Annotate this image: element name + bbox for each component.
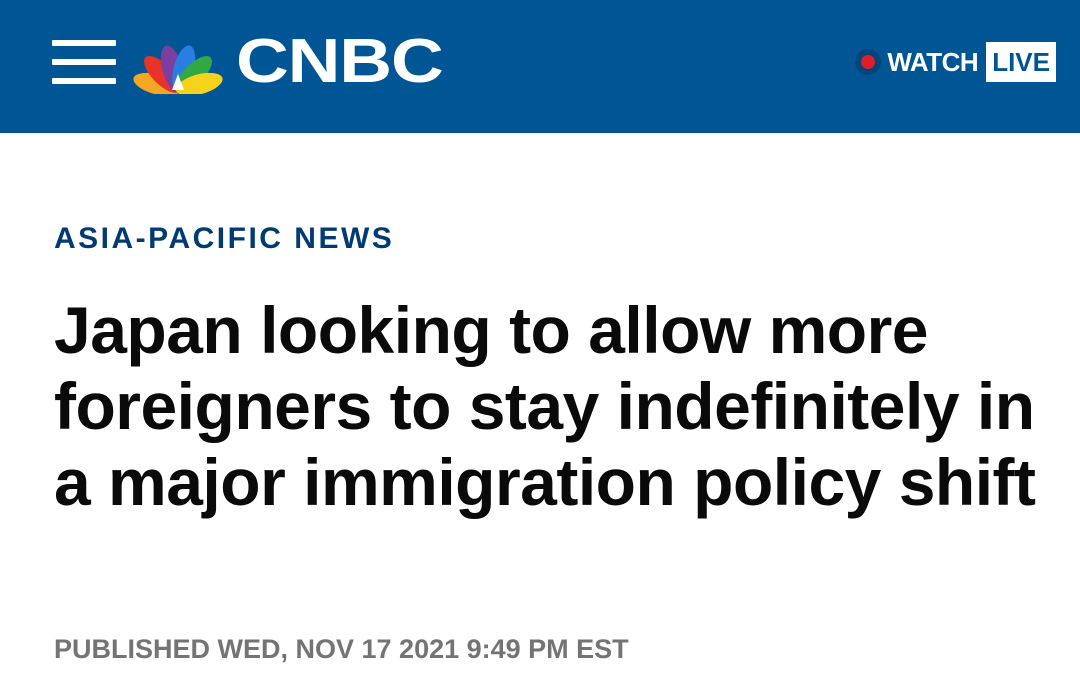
live-badge: LIVE bbox=[986, 42, 1056, 82]
published-timestamp: PUBLISHED WED, NOV 17 2021 9:49 PM EST bbox=[54, 634, 629, 664]
watch-live-button[interactable]: WATCH LIVE bbox=[855, 41, 1056, 83]
peacock-icon bbox=[133, 45, 223, 94]
watch-label: WATCH bbox=[887, 46, 979, 77]
hamburger-menu-icon[interactable] bbox=[52, 40, 116, 84]
article-headline: Japan looking to allow more foreigners t… bbox=[54, 293, 1036, 519]
cnbc-logo[interactable]: CNBC bbox=[130, 22, 444, 102]
live-dot-icon bbox=[855, 49, 882, 75]
brand-wordmark: CNBC bbox=[236, 27, 444, 96]
section-kicker-link[interactable]: ASIA-PACIFIC NEWS bbox=[54, 222, 394, 256]
site-header: CNBC WATCH LIVE bbox=[0, 0, 1080, 133]
